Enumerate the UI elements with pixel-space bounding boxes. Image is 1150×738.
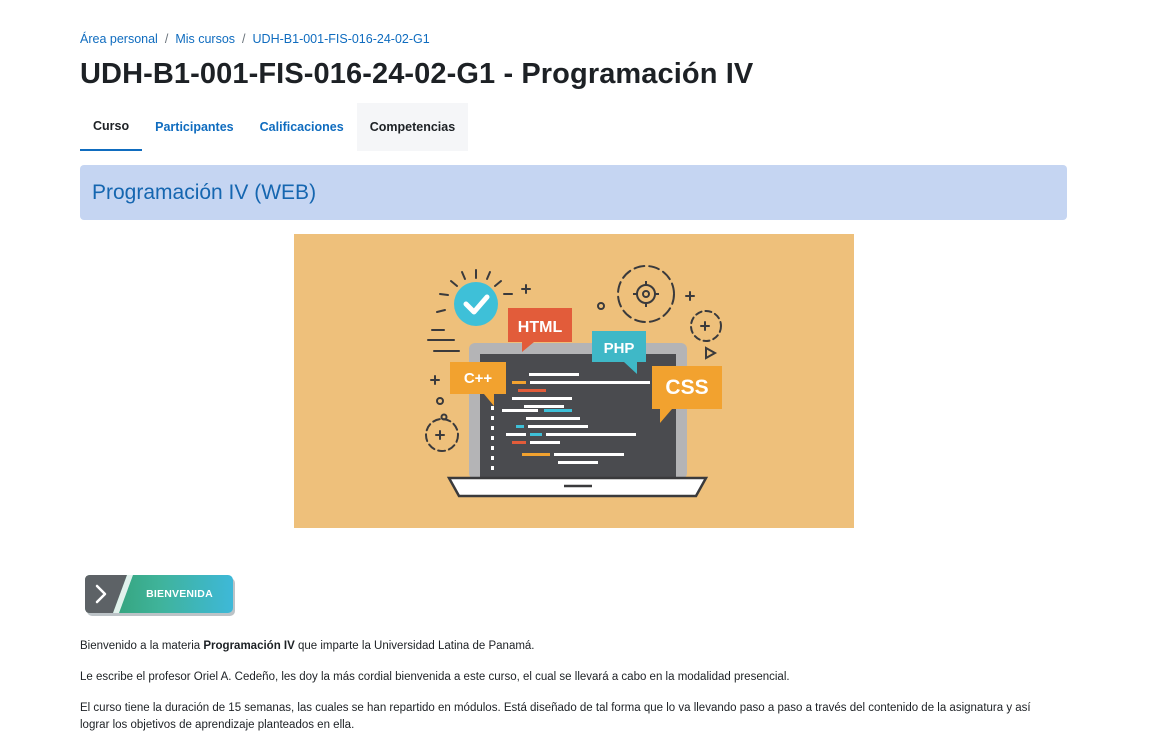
welcome-text-start: Bienvenido a la materia [80, 640, 204, 652]
breadcrumb-course[interactable]: UDH-B1-001-FIS-016-24-02-G1 [253, 32, 430, 46]
course-tabs: Curso Participantes Calificaciones Compe… [80, 103, 469, 151]
cpp-badge-label: C++ [464, 370, 493, 387]
coding-illustration: HTML PHP C++ CSS [294, 234, 854, 528]
teacher-paragraph: Le escribe el profesor Oriel A. Cedeño, … [80, 671, 790, 683]
welcome-button[interactable]: BIENVENIDA [83, 574, 236, 617]
tab-course[interactable]: Curso [80, 103, 143, 151]
html-badge-label: HTML [518, 319, 563, 336]
php-badge-label: PHP [604, 340, 635, 357]
css-badge-label: CSS [665, 376, 708, 399]
course-banner-image: HTML PHP C++ CSS [294, 234, 854, 528]
tab-grades[interactable]: Calificaciones [247, 103, 357, 151]
welcome-text-end: que imparte la Universidad Latina de Pan… [294, 640, 535, 652]
course-page: Área personal / Mis cursos / UDH-B1-001-… [0, 0, 1150, 738]
breadcrumb-separator: / [242, 32, 246, 46]
course-description: Bienvenido a la materia Programación IV … [80, 638, 1050, 738]
duration-paragraph: El curso tiene la duración de 15 semanas… [80, 702, 1031, 731]
breadcrumb: Área personal / Mis cursos / UDH-B1-001-… [80, 32, 430, 46]
section-title[interactable]: Programación IV (WEB) [92, 181, 316, 205]
page-title: UDH-B1-001-FIS-016-24-02-G1 - Programaci… [80, 58, 754, 90]
welcome-paragraph: Bienvenido a la materia Programación IV … [80, 638, 1050, 655]
tab-competencies[interactable]: Competencias [356, 103, 469, 151]
section-header[interactable]: Programación IV (WEB) [80, 165, 1067, 220]
breadcrumb-personal-area[interactable]: Área personal [80, 32, 158, 46]
tab-participants[interactable]: Participantes [142, 103, 247, 151]
breadcrumb-separator: / [164, 32, 169, 46]
breadcrumb-my-courses[interactable]: Mis cursos [175, 32, 235, 46]
welcome-button-label: BIENVENIDA [146, 588, 213, 600]
course-name-bold: Programación IV [203, 640, 295, 652]
